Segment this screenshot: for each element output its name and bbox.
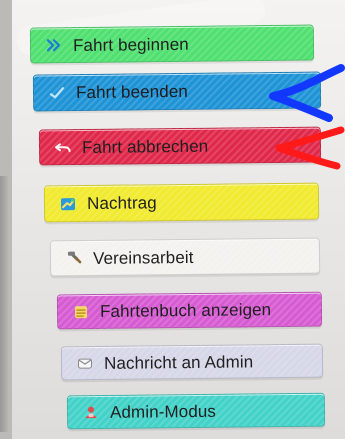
vereinsarbeit-button[interactable]: Vereinsarbeit (49, 237, 321, 277)
fahrt-abbrechen-button[interactable]: Fahrt abbrechen (38, 126, 322, 166)
nachtrag-label: Nachtrag (86, 193, 157, 213)
double-chevron-right-icon (45, 36, 63, 54)
fahrt-beginnen-label: Fahrt beginnen (72, 34, 189, 55)
undo-icon (54, 138, 72, 156)
screen: Fahrt beginnen Fahrt beenden Fahrt abbre… (0, 0, 345, 439)
list-icon (72, 303, 90, 321)
vereinsarbeit-label: Vereinsarbeit (92, 247, 194, 268)
fahrt-beenden-label: Fahrt beenden (75, 81, 188, 103)
nachtrag-button[interactable]: Nachtrag (43, 182, 320, 223)
mail-icon (76, 354, 94, 372)
check-icon (48, 84, 66, 102)
fahrt-abbrechen-label: Fahrt abbrechen (81, 136, 209, 157)
fahrtenbuch-anzeigen-label: Fahrtenbuch anzeigen (99, 300, 272, 321)
admin-modus-label: Admin-Modus (109, 401, 217, 422)
monitor-bezel (0, 176, 8, 432)
hammer-icon (65, 249, 83, 267)
nachricht-an-admin-label: Nachricht an Admin (103, 351, 254, 373)
fahrt-beenden-button[interactable]: Fahrt beenden (32, 71, 322, 112)
map-icon (59, 195, 77, 213)
fahrt-beginnen-button[interactable]: Fahrt beginnen (29, 24, 315, 64)
admin-icon (82, 403, 100, 421)
admin-modus-button[interactable]: Admin-Modus (66, 392, 326, 430)
nachricht-an-admin-button[interactable]: Nachricht an Admin (60, 343, 324, 381)
fahrtenbuch-anzeigen-button[interactable]: Fahrtenbuch anzeigen (56, 291, 323, 330)
